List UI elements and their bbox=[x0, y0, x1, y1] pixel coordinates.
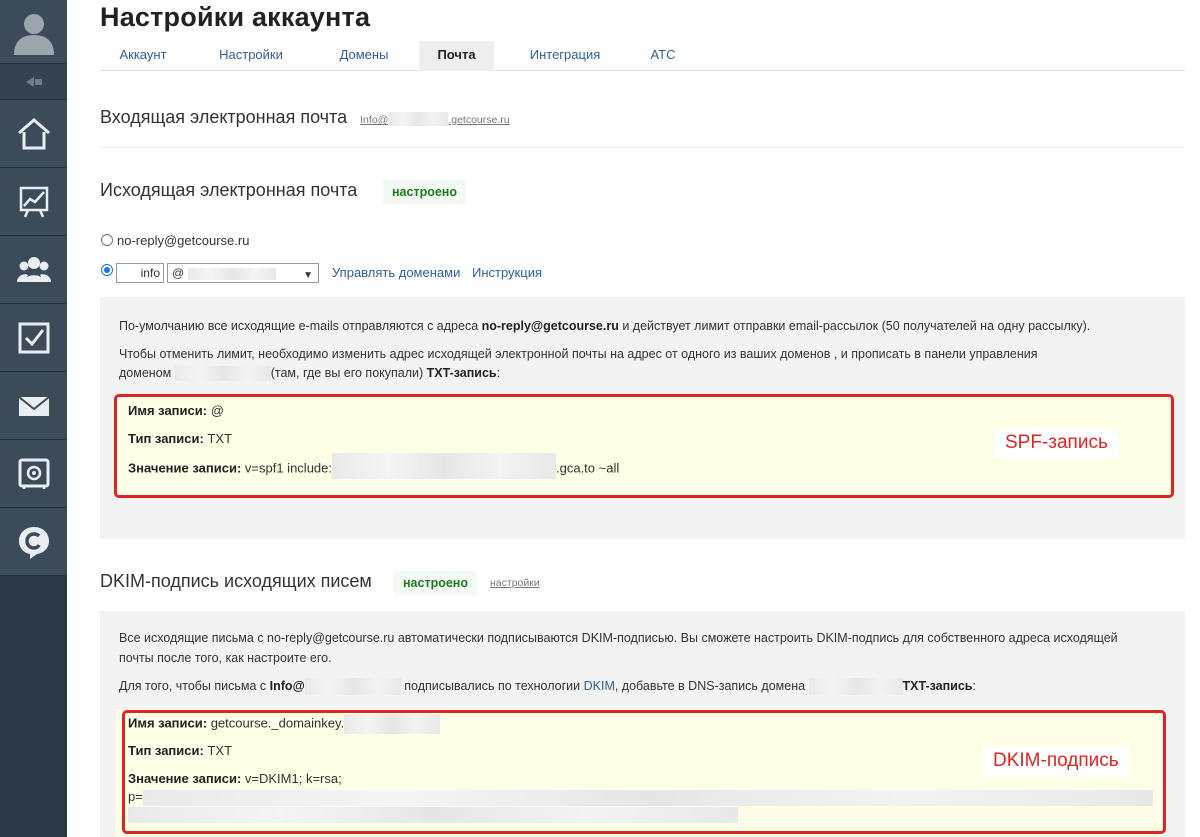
chevron-down-icon: ▼ bbox=[303, 270, 313, 281]
sidebar-item-getcourse[interactable] bbox=[0, 508, 67, 576]
radio-custom-sender[interactable] bbox=[101, 264, 113, 276]
radio-default-sender[interactable] bbox=[101, 234, 113, 246]
collapse-icon bbox=[25, 76, 42, 87]
users-icon bbox=[16, 256, 51, 282]
sender-domain-select[interactable]: @ ▼ bbox=[167, 263, 319, 283]
incoming-address-suffix: .getcourse.ru bbox=[448, 114, 510, 126]
tab-pbx[interactable]: АТС bbox=[632, 41, 694, 71]
tab-settings[interactable]: Настройки bbox=[200, 41, 302, 71]
tab-bar: Аккаунт Настройки Домены Почта Интеграци… bbox=[100, 41, 1185, 71]
outgoing-mail-title: Исходящая электронная почта bbox=[100, 180, 358, 200]
sidebar-item-stats[interactable] bbox=[0, 168, 67, 236]
redacted-domain bbox=[388, 112, 449, 127]
redacted-domain bbox=[187, 267, 276, 280]
incoming-mail-title: Входящая электронная почта Info@ .getcour… bbox=[100, 107, 510, 128]
manage-domains-link[interactable]: Управлять доменами bbox=[332, 265, 460, 280]
tab-integration[interactable]: Интеграция bbox=[510, 41, 620, 71]
incoming-address-prefix: Info@ bbox=[360, 114, 389, 126]
sidebar bbox=[0, 0, 67, 837]
redacted-domain bbox=[174, 366, 271, 382]
default-sender-label: no-reply@getcourse.ru bbox=[117, 233, 250, 248]
sidebar-item-safe[interactable] bbox=[0, 440, 67, 508]
instruction-link[interactable]: Инструкция bbox=[472, 265, 542, 280]
outgoing-info-paragraph-2-cont: доменом (там, где вы его покупали) TXT-з… bbox=[119, 366, 501, 382]
sender-local-part-input[interactable]: info bbox=[116, 263, 164, 283]
safe-icon bbox=[18, 458, 49, 489]
dkim-annotation: DKIM-подпись bbox=[983, 746, 1129, 776]
sidebar-item-home[interactable] bbox=[0, 100, 67, 168]
sidebar-item-tasks[interactable] bbox=[0, 304, 67, 372]
chart-icon bbox=[19, 186, 48, 217]
mail-icon bbox=[17, 395, 50, 416]
page-title: Настройки аккаунта bbox=[100, 2, 371, 32]
dkim-title: DKIM-подпись исходящих писем bbox=[100, 571, 372, 591]
outgoing-info-paragraph-2: Чтобы отменить лимит, необходимо изменит… bbox=[119, 347, 1038, 361]
user-avatar-icon bbox=[13, 13, 54, 55]
divider bbox=[100, 147, 1185, 148]
dkim-info-paragraph-1: Все исходящие письма с no-reply@getcours… bbox=[119, 631, 1118, 645]
redacted-domain bbox=[304, 678, 401, 696]
getcourse-logo-icon bbox=[18, 526, 49, 559]
redacted-domain bbox=[808, 678, 903, 696]
sidebar-item-mail[interactable] bbox=[0, 372, 67, 440]
dkim-info-paragraph-2: Для того, чтобы письма с Info@ подписыва… bbox=[119, 676, 976, 696]
user-avatar[interactable] bbox=[0, 0, 67, 64]
tasks-icon bbox=[18, 322, 49, 353]
main-content: Настройки аккаунта Аккаунт Настройки Дом… bbox=[67, 0, 1200, 837]
outgoing-info-paragraph-1: По-умолчанию все исходящие e-mails отпра… bbox=[119, 319, 1091, 333]
tab-mail[interactable]: Почта bbox=[419, 41, 494, 71]
dkim-link[interactable]: DKIM bbox=[584, 679, 615, 693]
sidebar-item-users[interactable] bbox=[0, 236, 67, 304]
tab-account[interactable]: Аккаунт bbox=[100, 41, 186, 71]
tab-domains[interactable]: Домены bbox=[316, 41, 412, 71]
dkim-status-badge: настроено bbox=[394, 571, 477, 595]
incoming-address-link[interactable]: Info@ .getcourse.ru bbox=[360, 112, 510, 127]
incoming-mail-heading: Входящая электронная почта bbox=[100, 107, 348, 127]
home-icon bbox=[17, 117, 50, 149]
sender-domain-prefix: @ bbox=[172, 266, 185, 280]
dkim-info-paragraph-1-cont: почты после того, как настроите его. bbox=[119, 651, 332, 665]
sidebar-collapse[interactable] bbox=[0, 64, 67, 100]
dkim-settings-link[interactable]: настройки bbox=[490, 577, 540, 589]
outgoing-status-badge: настроено bbox=[383, 180, 466, 204]
spf-annotation: SPF-запись bbox=[995, 428, 1118, 458]
